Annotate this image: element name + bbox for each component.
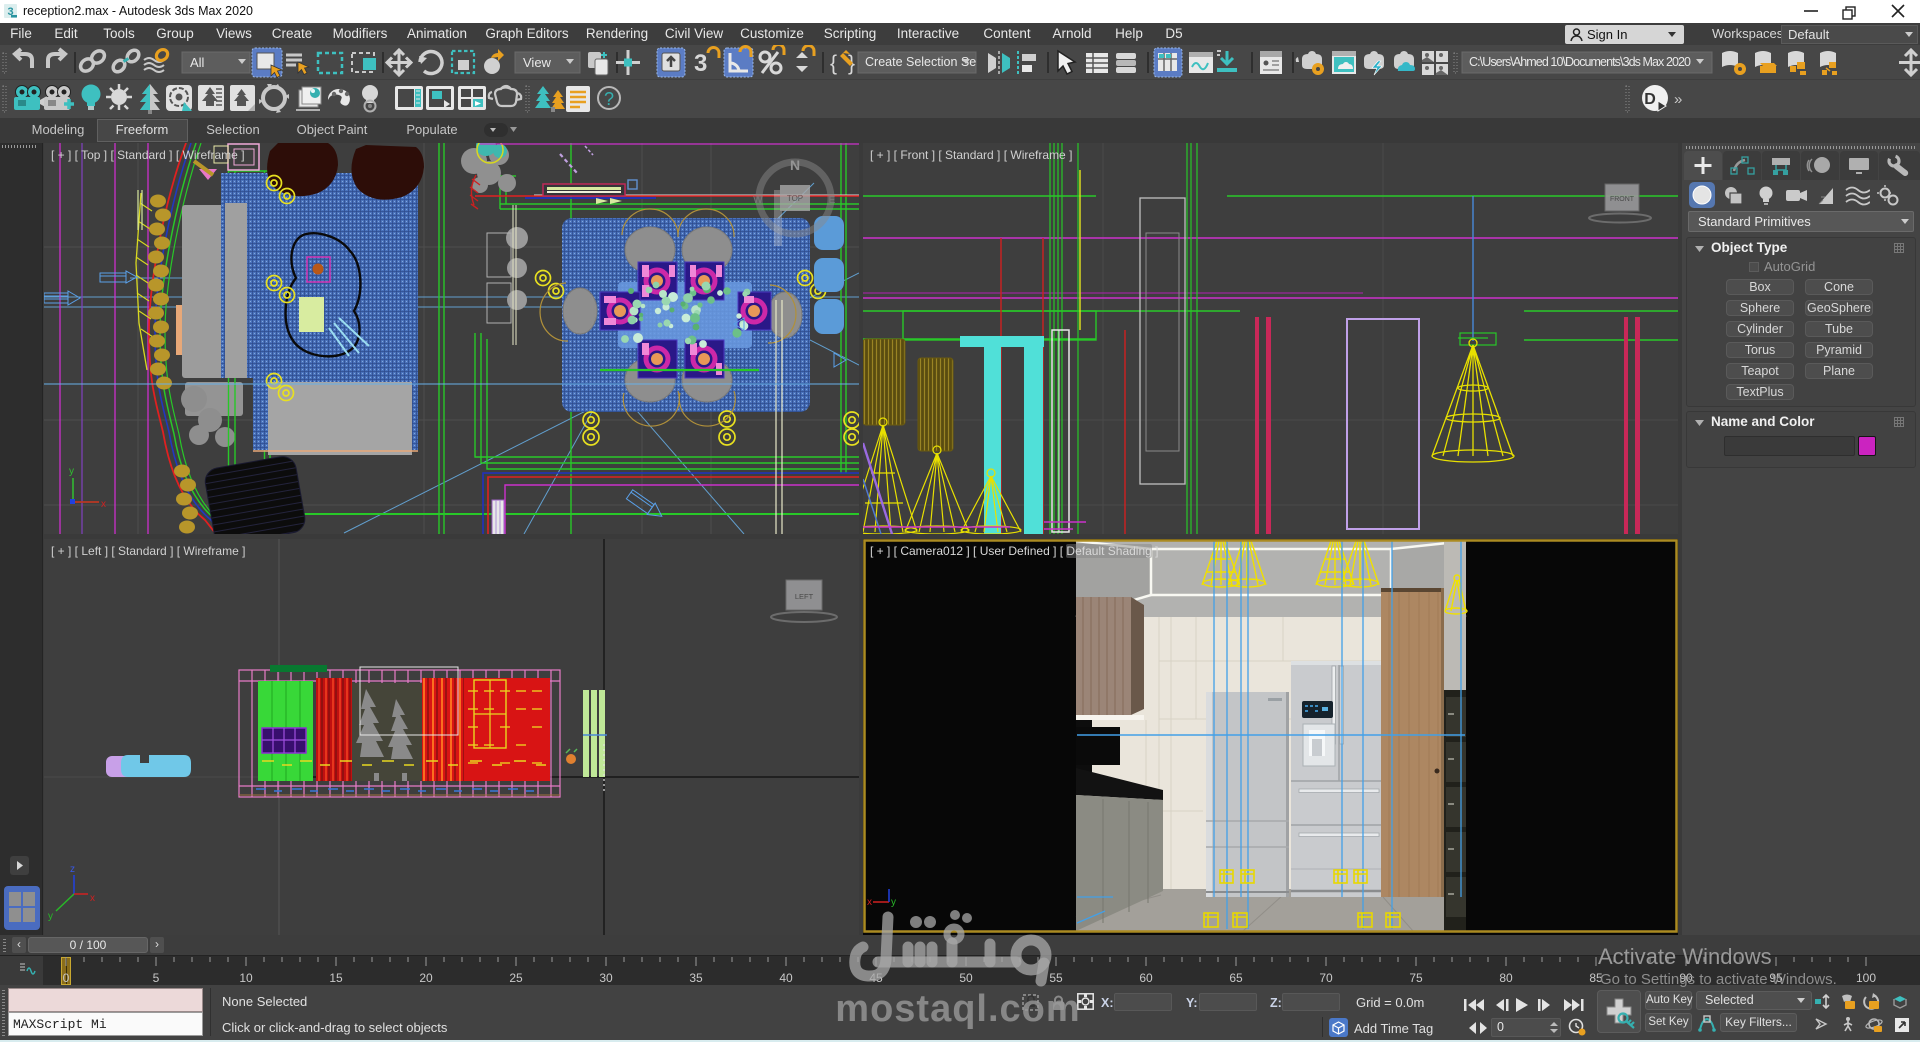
svg-text:All: All — [190, 55, 205, 70]
svg-text:x: x — [101, 499, 106, 510]
svg-text:30: 30 — [599, 971, 613, 985]
svg-text:mostaql.com: mostaql.com — [835, 988, 1080, 1030]
svg-text:z: z — [70, 864, 75, 875]
svg-text:View: View — [523, 55, 552, 70]
svg-text:3: 3 — [694, 50, 707, 77]
svg-text:60: 60 — [1139, 971, 1153, 985]
svg-text:{: { — [830, 52, 837, 75]
svg-text:Create Selection Se: Create Selection Se — [865, 55, 976, 69]
svg-text:FRONT: FRONT — [1610, 196, 1635, 203]
svg-text:W: W — [753, 195, 763, 206]
svg-text:y: y — [69, 466, 74, 477]
svg-text:20: 20 — [419, 971, 433, 985]
svg-text:25: 25 — [509, 971, 523, 985]
svg-text:y: y — [48, 911, 53, 922]
svg-text:35: 35 — [689, 971, 703, 985]
svg-text:TOP: TOP — [787, 194, 803, 203]
svg-text:?: ? — [604, 89, 614, 109]
svg-text:D: D — [1644, 91, 1656, 108]
svg-text:70: 70 — [1319, 971, 1333, 985]
svg-text:15: 15 — [329, 971, 343, 985]
svg-text:10: 10 — [239, 971, 253, 985]
svg-text:N: N — [790, 157, 800, 173]
svg-text:40: 40 — [779, 971, 793, 985]
svg-text:x: x — [90, 893, 95, 904]
svg-text:100: 100 — [1856, 971, 1876, 985]
svg-text:C:\Users\Ahmed 10\Documents\3d: C:\Users\Ahmed 10\Documents\3ds Max 2020 — [1469, 55, 1691, 69]
svg-text:0: 0 — [63, 971, 70, 985]
svg-text:E: E — [829, 195, 836, 206]
svg-text:65: 65 — [1229, 971, 1243, 985]
svg-text:80: 80 — [1499, 971, 1513, 985]
svg-text:5: 5 — [153, 971, 160, 985]
svg-text:75: 75 — [1409, 971, 1423, 985]
svg-text:»: » — [1674, 91, 1682, 108]
svg-text:LEFT: LEFT — [795, 592, 814, 601]
